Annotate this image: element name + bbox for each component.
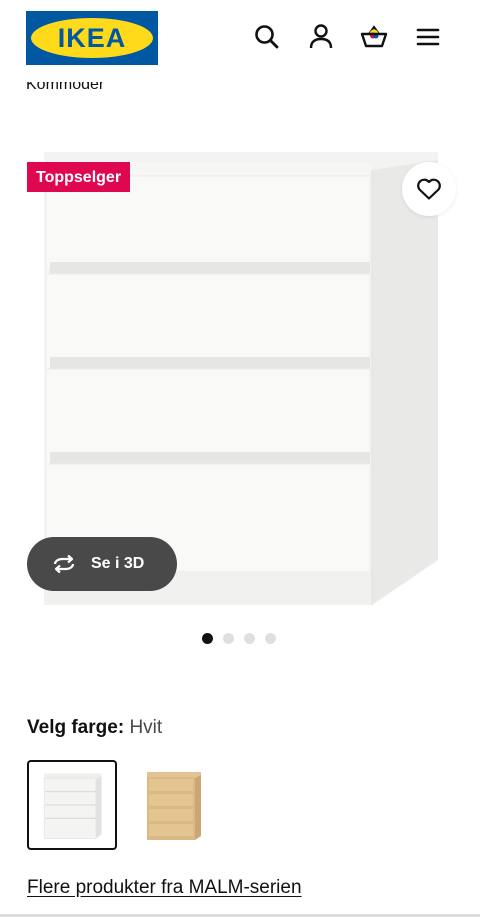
- rotate-3d-icon: [53, 554, 75, 574]
- color-selector-label: Velg farge: Hvit: [27, 717, 162, 739]
- user-icon[interactable]: [306, 22, 336, 52]
- top-seller-badge: Toppselger: [27, 162, 131, 192]
- logo-oval: IKEA: [31, 18, 153, 58]
- heart-icon: [417, 178, 441, 200]
- menu-icon[interactable]: [413, 22, 443, 52]
- basket-icon[interactable]: [359, 22, 389, 52]
- carousel-dot[interactable]: [223, 633, 234, 644]
- carousel-dot[interactable]: [244, 633, 255, 644]
- breadcrumb[interactable]: Kommoder: [26, 82, 104, 99]
- color-swatch-white[interactable]: [27, 760, 117, 850]
- white-dresser-thumbnail: [43, 773, 102, 839]
- image-carousel-dots: [202, 633, 276, 645]
- breadcrumb-label: Kommoder: [26, 82, 105, 93]
- color-label: Velg farge:: [27, 717, 125, 738]
- malm-series-link[interactable]: Flere produkter fra MALM-serien: [27, 877, 302, 899]
- header: IKEA: [0, 0, 480, 76]
- logo-text: IKEA: [57, 22, 127, 53]
- oak-dresser-thumbnail: [147, 772, 201, 840]
- view-3d-label: Se i 3D: [91, 555, 145, 572]
- color-swatch-oak[interactable]: [131, 760, 221, 850]
- favorite-button[interactable]: [402, 162, 456, 216]
- carousel-dot[interactable]: [265, 633, 276, 644]
- search-icon[interactable]: [252, 22, 282, 52]
- view-3d-button[interactable]: Se i 3D: [27, 537, 177, 591]
- carousel-dot[interactable]: [202, 633, 213, 644]
- color-value: Hvit: [129, 717, 163, 738]
- ikea-logo[interactable]: IKEA: [26, 11, 158, 65]
